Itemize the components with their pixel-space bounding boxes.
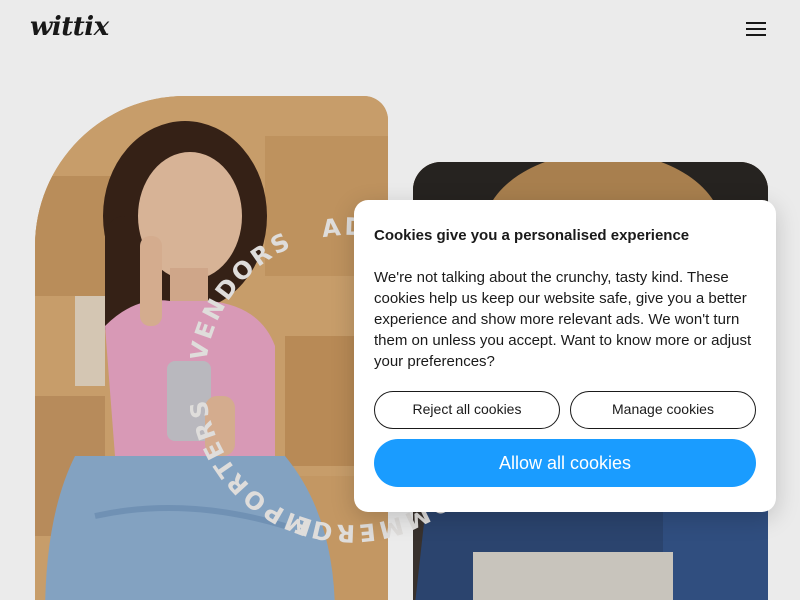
reject-cookies-button[interactable]: Reject all cookies: [374, 391, 560, 429]
page: wittix A ENDORS IMPORTER MMERCE Cookies …: [0, 0, 800, 600]
cookie-button-row: Reject all cookies Manage cookies: [374, 391, 756, 429]
cookie-body: We're not talking about the crunchy, tas…: [374, 269, 752, 370]
cookie-title: Cookies give you a personalised experien…: [374, 227, 690, 244]
allow-cookies-button[interactable]: Allow all cookies: [374, 439, 756, 487]
manage-cookies-button[interactable]: Manage cookies: [570, 391, 756, 429]
cookie-dialog: Cookies give you a personalised experien…: [354, 200, 776, 512]
